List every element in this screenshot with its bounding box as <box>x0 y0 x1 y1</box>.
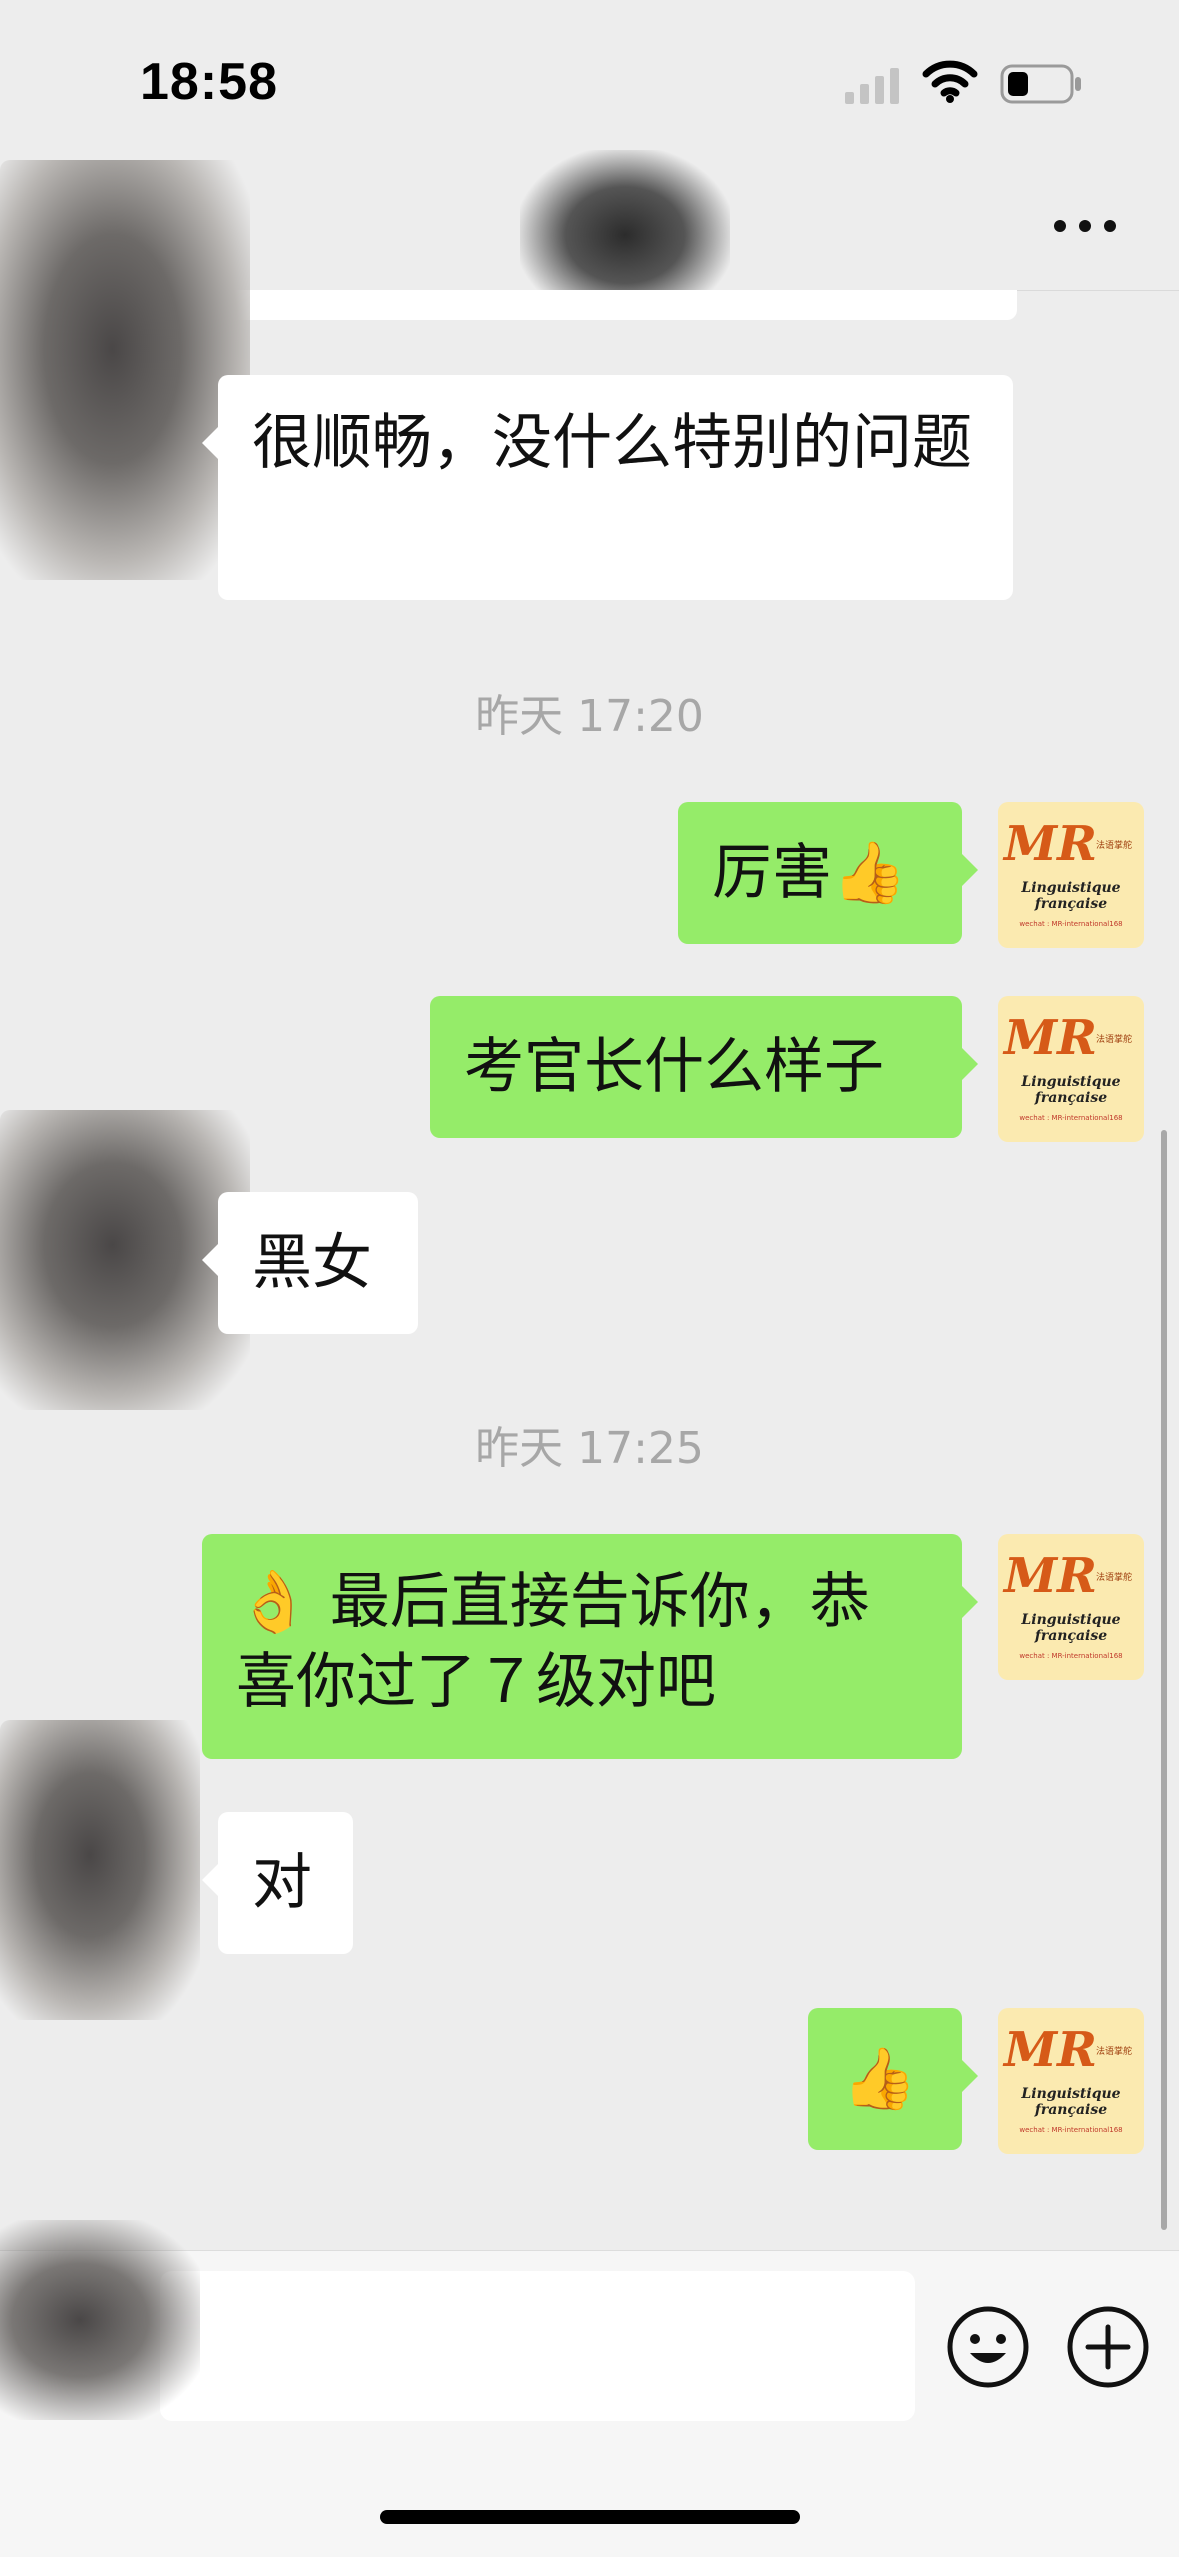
scrollbar[interactable] <box>1161 1130 1167 2230</box>
message-text: 考官长什么样子 <box>464 1032 884 1102</box>
message-input[interactable] <box>160 2271 915 2421</box>
wifi-icon <box>922 60 978 103</box>
message-timestamp: 昨天 17:25 <box>475 1423 704 1474</box>
message-text: 黑女 <box>252 1228 372 1298</box>
contact-avatar[interactable] <box>0 1720 200 2020</box>
message-text: 👌 最后直接告诉你，恭喜你过了７级对吧 <box>236 1567 870 1717</box>
battery-icon <box>1000 64 1081 104</box>
message-bubble-incoming[interactable]: 对 <box>202 1812 353 1954</box>
message-bubble-outgoing[interactable]: 👍 <box>808 2008 978 2150</box>
message-bubble-incoming[interactable]: 很顺畅，没什么特别的问题 <box>202 375 1013 600</box>
my-avatar[interactable]: MR 法语掌舵 Linguistique française wechat : … <box>998 1534 1144 1680</box>
message-text: 很顺畅，没什么特别的问题 <box>252 408 972 478</box>
cellular-signal-icon <box>845 68 899 104</box>
my-avatar[interactable]: MR 法语掌舵 Linguistique française wechat : … <box>998 996 1144 1142</box>
message-text: 👍 <box>842 2044 917 2114</box>
my-avatar[interactable]: MR 法语掌舵 Linguistique française wechat : … <box>998 802 1144 948</box>
message-timestamp: 昨天 17:20 <box>475 691 704 742</box>
message-bubble-outgoing[interactable]: 考官长什么样子 <box>430 996 978 1138</box>
status-time: 18:58 <box>140 53 278 111</box>
my-avatar[interactable]: MR 法语掌舵 Linguistique française wechat : … <box>998 2008 1144 2154</box>
message-bubble-incoming[interactable]: 黑女 <box>202 1192 418 1334</box>
home-indicator[interactable] <box>380 2510 800 2524</box>
smiley-icon[interactable] <box>946 2305 1030 2389</box>
contact-avatar <box>0 2220 200 2420</box>
contact-avatar[interactable] <box>0 160 250 580</box>
message-bubble-outgoing[interactable]: 👌 最后直接告诉你，恭喜你过了７级对吧 <box>202 1534 978 1759</box>
more-dots-icon[interactable] <box>1040 190 1130 260</box>
message-bubble-partial <box>222 290 1017 320</box>
message-text: 厉害👍 <box>712 838 907 908</box>
message-bubble-outgoing[interactable]: 厉害👍 <box>678 802 978 944</box>
status-bar: 18:58 <box>0 0 1179 150</box>
message-text: 对 <box>252 1848 312 1918</box>
plus-circle-icon[interactable] <box>1066 2305 1150 2389</box>
